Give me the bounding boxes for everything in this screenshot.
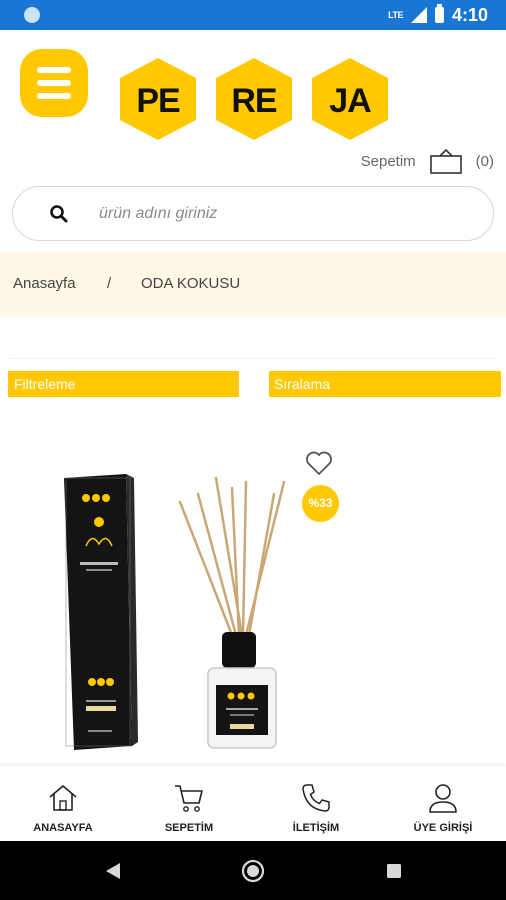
cart-icon [175,785,203,812]
notification-dot-icon [24,7,40,23]
filter-button[interactable]: Filtreleme [8,371,239,397]
menu-bar-icon [37,93,71,99]
sort-button[interactable]: Sıralama [269,371,501,397]
home-icon [49,785,77,811]
cart-count: (0) [475,152,494,170]
search-icon[interactable] [49,204,69,224]
cart-link[interactable]: Sepetim (0) [361,147,494,175]
nav-login-label: ÜYE GİRİŞİ [413,822,473,834]
discount-badge: %33 [302,485,339,522]
system-navigation-bar [0,841,506,900]
shopping-bag-icon [429,148,462,174]
breadcrumb-current: ODA KOKUSU [141,275,241,292]
logo-hex: RE [214,58,294,140]
status-right: LTE 4:10 [388,4,488,25]
status-time: 4:10 [451,4,488,25]
cart-label: Sepetim [360,152,416,170]
breadcrumb: Anasayfa / ODA KOKUSU [0,252,506,317]
nav-cart[interactable]: SEPETİM [126,766,252,841]
home-circle-icon[interactable] [241,859,265,883]
menu-button[interactable] [20,49,88,117]
nav-cart-label: SEPETİM [164,822,214,834]
breadcrumb-separator: / [107,275,112,292]
nav-contact[interactable]: İLETİŞİM [253,766,379,841]
logo-part: JA [329,82,371,120]
search-input[interactable] [99,201,479,227]
product-image[interactable] [46,460,296,760]
network-type: LTE [388,10,403,20]
nav-login[interactable]: ÜYE GİRİŞİ [380,766,506,841]
user-icon [429,784,457,813]
favorite-heart-icon[interactable] [305,450,333,476]
logo-hex: PE [118,58,198,140]
phone-icon [302,784,330,812]
bottom-navigation: ANASAYFA SEPETİM İLETİŞİM ÜYE GİRİŞİ [0,766,506,841]
signal-icon [410,7,427,23]
recents-icon[interactable] [386,863,402,879]
back-icon[interactable] [105,862,121,880]
brand-logo[interactable]: PE RE JA [118,58,398,140]
search-bar[interactable] [12,186,494,241]
status-bar: LTE 4:10 [0,0,506,30]
nav-home-label: ANASAYFA [33,822,93,834]
menu-bar-icon [37,80,71,86]
divider [10,358,496,359]
breadcrumb-home-link[interactable]: Anasayfa [13,275,76,292]
logo-part: RE [231,82,277,120]
nav-contact-label: İLETİŞİM [292,822,340,834]
menu-bar-icon [37,67,71,73]
battery-icon [434,4,444,23]
logo-hex: JA [310,58,390,140]
nav-home[interactable]: ANASAYFA [0,766,126,841]
logo-part: PE [136,82,180,120]
